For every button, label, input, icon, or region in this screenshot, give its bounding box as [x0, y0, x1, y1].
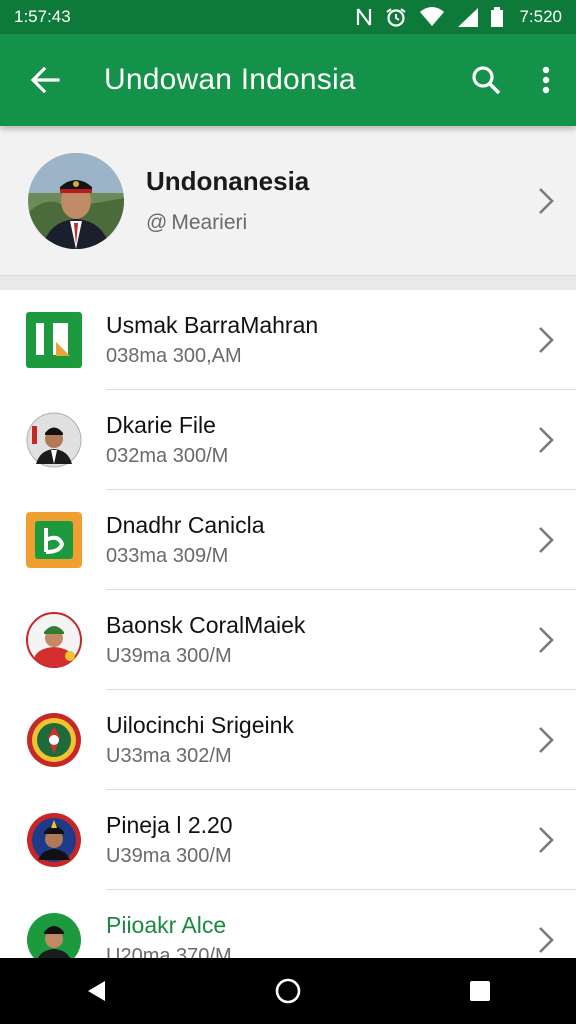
- item-title: Dkarie File: [106, 412, 216, 438]
- item-subtitle: U33ma 302/M: [106, 745, 232, 767]
- chevron-right-icon: [539, 327, 554, 353]
- signal-icon: [458, 8, 479, 27]
- nav-recents-button[interactable]: [440, 958, 520, 1024]
- chevron-right-icon: [539, 527, 554, 553]
- item-list: Usmak BarraMahran 038ma 300,AM Dkarie Fi…: [0, 290, 576, 990]
- green-square-app-icon: [26, 312, 82, 368]
- orange-square-app-icon: [26, 512, 82, 568]
- chevron-right-icon: [539, 727, 554, 753]
- profile-name: Undonanesia: [146, 166, 310, 196]
- item-title: Baonsk CoralMaiek: [106, 612, 306, 638]
- search-button[interactable]: [456, 34, 516, 126]
- status-left-text: 1:57:43: [14, 7, 71, 26]
- status-bar: 1:57:43 7:520: [0, 0, 576, 34]
- list-item[interactable]: Uilocinchi Srigeink U33ma 302/M: [0, 690, 576, 790]
- wifi-icon: [420, 7, 445, 27]
- chevron-right-icon: [539, 827, 554, 853]
- system-nav-bar: [0, 958, 576, 1024]
- profile-avatar: [28, 152, 124, 249]
- profile-handle: Mearieri: [171, 211, 248, 234]
- status-clock: 7:520: [519, 7, 562, 26]
- portrait-avatar-icon: [26, 412, 82, 468]
- status-icons: 7:520: [355, 7, 562, 27]
- item-title: Usmak BarraMahran: [106, 312, 319, 338]
- item-title: Pineja l 2.20: [106, 812, 233, 838]
- search-icon: [472, 66, 501, 95]
- list-item[interactable]: Dnadhr Canicla 033ma 309/M: [0, 490, 576, 590]
- profile-handle-row: @ Mearieri: [146, 211, 516, 235]
- list-item[interactable]: Usmak BarraMahran 038ma 300,AM: [0, 290, 576, 390]
- section-divider: [0, 276, 576, 290]
- portrait-avatar-icon: [26, 812, 82, 868]
- chevron-right-icon: [539, 627, 554, 653]
- nav-recents-icon: [470, 981, 490, 1001]
- list-item[interactable]: Baonsk CoralMaiek U39ma 300/M: [0, 590, 576, 690]
- item-title: Dnadhr Canicla: [106, 512, 265, 538]
- item-subtitle: U39ma 300/M: [106, 845, 232, 867]
- more-options-button[interactable]: [516, 34, 576, 126]
- battery-icon: [491, 7, 504, 27]
- chevron-right-icon: [539, 187, 554, 214]
- alarm-icon: [386, 8, 407, 27]
- item-title: Uilocinchi Srigeink: [106, 712, 294, 738]
- more-vert-icon: [542, 66, 550, 94]
- nfc-icon: [357, 8, 372, 26]
- page-title: Undowan Indonsia: [104, 63, 356, 96]
- item-subtitle: U39ma 300/M: [106, 645, 232, 667]
- item-title: Piioakr Alce: [106, 912, 227, 938]
- chevron-right-icon: [539, 427, 554, 453]
- item-subtitle: 038ma 300,AM: [106, 345, 242, 367]
- nav-home-button[interactable]: [248, 958, 328, 1024]
- app-bar: Undowan Indonsia: [0, 34, 576, 126]
- at-icon: @: [146, 211, 168, 234]
- nav-back-button[interactable]: [56, 958, 136, 1024]
- item-subtitle: 033ma 309/M: [106, 545, 229, 567]
- profile-chevron: [516, 187, 576, 215]
- profile-texts: Undonanesia @ Mearieri: [146, 166, 516, 235]
- nav-home-icon: [275, 978, 301, 1004]
- chevron-right-icon: [539, 927, 554, 953]
- back-arrow-icon: [30, 67, 60, 93]
- profile-card[interactable]: Undonanesia @ Mearieri: [0, 126, 576, 276]
- list-item[interactable]: Pineja l 2.20 U39ma 300/M: [0, 790, 576, 890]
- portrait-avatar-icon: [26, 612, 82, 668]
- item-subtitle: 032ma 300/M: [106, 445, 229, 467]
- list-item[interactable]: Dkarie File 032ma 300/M: [0, 390, 576, 490]
- emblem-badge-icon: [26, 712, 82, 768]
- nav-back-icon: [88, 981, 105, 1001]
- back-button[interactable]: [0, 34, 90, 126]
